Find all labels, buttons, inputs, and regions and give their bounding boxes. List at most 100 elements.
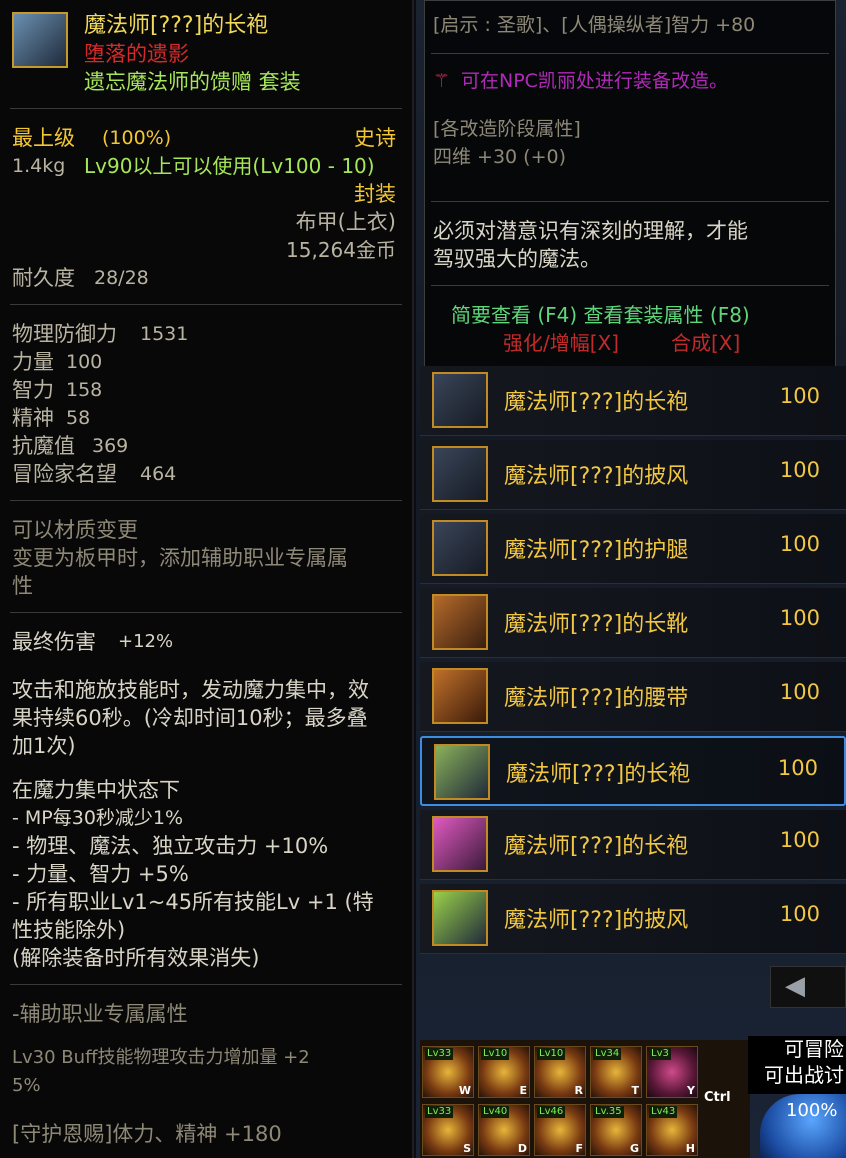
reinforce-hint: 强化/增幅[X] (503, 331, 620, 355)
stat-value: 369 (92, 435, 129, 457)
list-item[interactable]: 魔法师[???]的长靴 100 (420, 588, 846, 658)
item-name: 魔法师[???]的长袍 (84, 13, 269, 38)
final-damage-label: 最终伤害 (12, 630, 96, 654)
skill-level: Lv33 (425, 1048, 454, 1060)
skill-key: G (629, 1142, 639, 1155)
effect-text: 果持续60秒。(冷却时间10秒；最多叠 (12, 706, 368, 730)
skill-slot[interactable]: Lv40 D (478, 1104, 530, 1156)
item-name: 魔法师[???]的腰带 (504, 686, 689, 711)
item-name: 魔法师[???]的披风 (504, 908, 689, 933)
stat-label: 精神 (12, 406, 54, 430)
skill-slot[interactable]: Lv43 H (646, 1104, 698, 1156)
final-damage-value: +12% (118, 631, 174, 652)
divider (10, 304, 402, 305)
stat-value: 1531 (140, 323, 189, 345)
item-name: 魔法师[???]的护腿 (504, 538, 689, 563)
item-value: 100 (777, 756, 818, 780)
grade-percent: (100%) (102, 127, 172, 149)
robe-icon (432, 372, 488, 428)
skill-level: Lv3 (649, 1048, 671, 1060)
rarity-label: 史诗 (354, 126, 396, 150)
upgrade-stat: 四维 +30 (+0) (433, 146, 567, 168)
leggings-icon (432, 520, 488, 576)
support-title: -辅助职业专属属性 (12, 1002, 188, 1026)
divider (10, 500, 402, 501)
cloak-icon (432, 446, 488, 502)
skill-key: F (575, 1142, 583, 1155)
item-value: 100 (779, 828, 820, 852)
ctrl-key-label: Ctrl (704, 1090, 731, 1105)
skill-level: Lv10 (537, 1048, 566, 1060)
item-tooltip: 魔法师[???]的长袍 堕落的遗影 遗忘魔法师的馈赠 套装 最上级 (100%)… (0, 0, 414, 1158)
stat-label: 智力 (12, 378, 54, 402)
cloak-icon (432, 890, 488, 946)
stat-value: 58 (66, 407, 91, 429)
weight: 1.4kg (12, 155, 66, 177)
list-item[interactable]: 魔法师[???]的护腿 100 (420, 514, 846, 584)
arrow-left-icon: ◀ (785, 971, 805, 1001)
list-item[interactable]: 魔法师[???]的长袍 100 (420, 366, 846, 436)
skill-key: H (685, 1142, 695, 1155)
stat-label: 抗魔值 (12, 434, 75, 458)
skill-key: D (517, 1142, 527, 1155)
state-line: - 所有职业Lv1~45所有技能Lv +1 (特 (12, 890, 374, 914)
upgrade-title: [各改造阶段属性] (433, 118, 581, 140)
notice-line: 可出战讨 (764, 1063, 844, 1087)
sell-price: 15,264金币 (286, 238, 396, 262)
item-name: 魔法师[???]的披风 (504, 464, 689, 489)
effect-text: 加1次) (12, 734, 76, 758)
skill-slot[interactable]: Lv33 W (422, 1046, 474, 1098)
divider (10, 612, 402, 613)
skill-level: Lv43 (649, 1106, 678, 1118)
stat-value: 464 (140, 463, 177, 485)
item-name: 魔法师[???]的长袍 (504, 834, 689, 859)
stat-value: 158 (66, 379, 103, 401)
skill-bar: Lv33 W Lv10 E Lv10 R Lv34 T Lv3 Y Ctrl Lv33 S … (420, 1040, 750, 1158)
support-line: Lv30 Buff技能物理攻击力增加量 +2 (12, 1047, 310, 1068)
divider (10, 108, 402, 109)
synth-hint: 合成[X] (671, 331, 741, 355)
state-title: 在魔力集中状态下 (12, 778, 180, 802)
belt-icon (432, 668, 488, 724)
divider (431, 53, 829, 54)
robe-item-icon (12, 12, 68, 68)
skill-key: S (463, 1142, 471, 1155)
stat-label: 力量 (12, 350, 54, 374)
list-item[interactable]: 魔法师[???]的腰带 100 (420, 662, 846, 732)
list-item[interactable]: 魔法师[???]的披风 100 (420, 440, 846, 510)
item-name: 魔法师[???]的长袍 (506, 762, 691, 787)
npc-line: 可在NPC凯丽处进行装备改造。 (461, 70, 728, 92)
prev-page-button[interactable]: ◀ (770, 966, 846, 1008)
skill-key: R (574, 1084, 583, 1097)
effect-text: 攻击和施放技能时，发动魔力集中，效 (12, 678, 369, 702)
skill-slot[interactable]: Lv10 R (534, 1046, 586, 1098)
guard-line: [守护恩赐]体力、精神 +180 (12, 1122, 282, 1146)
item-value: 100 (779, 384, 820, 408)
level-requirement: Lv90以上可以使用(Lv100 - 10) (84, 154, 375, 178)
skill-slot[interactable]: Lv34 T (590, 1046, 642, 1098)
item-value: 100 (779, 680, 820, 704)
skill-slot[interactable]: Lv10 E (478, 1046, 530, 1098)
skill-key: E (519, 1084, 527, 1097)
skill-slot[interactable]: Lv3 Y (646, 1046, 698, 1098)
stat-value: 100 (66, 351, 103, 373)
mp-percent: 100% (786, 1100, 838, 1121)
list-item-selected[interactable]: 魔法师[???]的长袍 100 (420, 736, 846, 806)
material-desc: 性 (12, 574, 33, 598)
state-line: (解除装备时所有效果消失) (12, 946, 260, 970)
durability-value: 28/28 (94, 267, 149, 289)
grade-label: 最上级 (12, 126, 75, 150)
item-name: 魔法师[???]的长靴 (504, 612, 689, 637)
skill-level: Lv10 (481, 1048, 510, 1060)
skill-slot[interactable]: Lv33 S (422, 1104, 474, 1156)
skill-slot[interactable]: Lv46 F (534, 1104, 586, 1156)
skill-slot[interactable]: Lv.35 G (590, 1104, 642, 1156)
skill-level: Lv33 (425, 1106, 454, 1118)
divider (431, 285, 829, 286)
durability-label: 耐久度 (12, 266, 75, 290)
list-item[interactable]: 魔法师[???]的长袍 100 (420, 810, 846, 880)
robe-icon (432, 816, 488, 872)
list-item[interactable]: 魔法师[???]的披风 100 (420, 884, 846, 954)
item-value: 100 (779, 458, 820, 482)
state-line: - 物理、魔法、独立攻击力 +10% (12, 834, 329, 858)
